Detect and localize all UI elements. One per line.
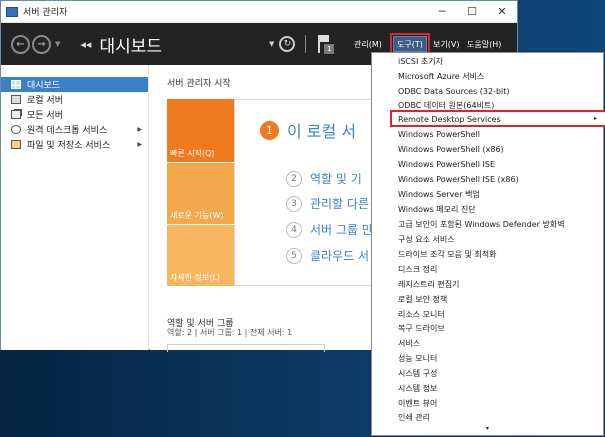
menu-item-event-viewer[interactable]: 이벤트 뷰어 — [398, 396, 437, 411]
sidebar-item-all-servers[interactable]: 모든 서버 — [1, 107, 148, 122]
menu-item-print-management[interactable]: 인쇄 관리 — [398, 410, 430, 425]
menu-item-iscsi[interactable]: iSCSI 초기자 — [398, 54, 443, 69]
step-number: 3 — [286, 195, 302, 212]
step-label: 관리할 다른 — [310, 197, 370, 211]
sidebar-item-label: 파일 및 저장소 서비스 — [27, 141, 111, 151]
tile-quick-start[interactable]: 빠른 시작(Q) — [167, 99, 234, 162]
title-bar: 서버 관리자 ─ ☐ ✕ — [1, 1, 517, 23]
step-number: 2 — [286, 170, 302, 187]
menu-item-azure-services[interactable]: Microsoft Azure 서비스 — [398, 69, 484, 84]
section-title: 서버 관리자 시작 — [167, 79, 231, 89]
menu-item-resource-monitor[interactable]: 리소스 모니터 — [398, 307, 445, 322]
menu-item-performance-monitor[interactable]: 성능 모니터 — [398, 351, 437, 366]
menu-item-services[interactable]: 서비스 — [398, 336, 420, 351]
step-label: 클라우드 서 — [310, 249, 370, 263]
step-4[interactable]: 4 서버 그룹 만 — [286, 221, 373, 238]
menu-item-memory-diagnostic[interactable]: Windows 메모리 진단 — [398, 202, 476, 217]
close-button[interactable]: ✕ — [487, 1, 517, 23]
menu-item-registry-editor[interactable]: 레지스트리 편집기 — [398, 277, 459, 292]
dashboard-icon — [11, 80, 21, 89]
back-arrow-icon[interactable]: ← — [11, 34, 30, 54]
notification-count-badge: 1 — [324, 44, 335, 54]
tile-learn-more[interactable]: 자세한 정보(L) — [167, 224, 234, 286]
forward-arrow-icon[interactable]: → — [32, 34, 51, 54]
sidebar-item-label: 대시보드 — [27, 81, 61, 91]
storage-icon — [11, 140, 21, 149]
step-3[interactable]: 3 관리할 다른 — [286, 195, 369, 212]
server-manager-app-icon — [6, 6, 18, 17]
history-dropdown-icon[interactable]: ▼ — [55, 40, 60, 48]
breadcrumb-chevron-icon: ◂◂ — [80, 37, 92, 51]
step-number: 1 — [260, 120, 279, 140]
welcome-tiles: 빠른 시작(Q) 새로운 기능(W) 자세한 정보(L) — [167, 99, 234, 286]
maximize-button[interactable]: ☐ — [457, 1, 487, 23]
header-divider — [305, 35, 307, 53]
submenu-arrow-icon: ▸ — [594, 115, 598, 122]
menu-item-recovery-drive[interactable]: 복구 드라이브 — [398, 321, 445, 336]
step-label: 서버 그룹 만 — [310, 223, 373, 237]
expand-arrow-icon[interactable]: ▶ — [137, 141, 142, 148]
menu-item-defragment[interactable]: 드라이브 조각 모음 및 최적화 — [398, 247, 497, 262]
remote-desktop-icon — [11, 125, 21, 134]
sidebar-item-label: 모든 서버 — [27, 111, 63, 121]
minimize-button[interactable]: ─ — [427, 1, 457, 23]
scroll-down-arrow-icon[interactable]: ▾ — [486, 425, 489, 432]
sidebar-item-label: 원격 데스크톱 서비스 — [27, 126, 108, 136]
step-label: 이 로컬 서 — [287, 122, 357, 141]
menu-tools[interactable]: 도구(T) — [390, 33, 430, 55]
menu-item-odbc-64[interactable]: ODBC 데이터 원본(64비트) — [398, 98, 494, 113]
menu-item-defender-firewall[interactable]: 고급 보안이 포함된 Windows Defender 방화벽 — [398, 217, 565, 232]
menu-item-powershell-x86[interactable]: Windows PowerShell (x86) — [398, 142, 504, 157]
menu-item-powershell-ise[interactable]: Windows PowerShell ISE — [398, 157, 495, 172]
step-number: 4 — [286, 221, 302, 238]
sidebar-item-remote-desktop[interactable]: 원격 데스크톱 서비스 ▶ — [1, 122, 148, 137]
servers-icon — [11, 110, 21, 119]
page-title: 대시보드 — [99, 36, 162, 57]
window-title: 서버 관리자 — [23, 8, 68, 18]
menu-item-odbc-32[interactable]: ODBC Data Sources (32-bit) — [398, 84, 510, 99]
step-2[interactable]: 2 역할 및 기 — [286, 170, 362, 187]
sidebar-item-dashboard[interactable]: 대시보드 — [1, 77, 148, 92]
menu-item-system-information[interactable]: 시스템 정보 — [398, 381, 437, 396]
notifications-flag-icon[interactable]: 1 — [316, 34, 335, 54]
menu-item-server-backup[interactable]: Windows Server 백업 — [398, 187, 480, 202]
sidebar-item-label: 로컬 서버 — [27, 96, 63, 106]
menu-item-local-security-policy[interactable]: 로컬 보안 정책 — [398, 292, 447, 307]
server-icon — [11, 95, 21, 104]
role-tile[interactable] — [167, 344, 325, 352]
menu-item-system-configuration[interactable]: 시스템 구성 — [398, 366, 437, 381]
breadcrumb: ◂◂ 대시보드 — [80, 32, 162, 57]
refresh-dropdown-icon[interactable]: ▼ — [269, 40, 274, 48]
expand-arrow-icon[interactable]: ▶ — [137, 126, 142, 133]
refresh-icon[interactable]: ↻ — [279, 36, 296, 52]
step-1[interactable]: 1 이 로컬 서 — [260, 118, 356, 142]
tile-whats-new[interactable]: 새로운 기능(W) — [167, 162, 234, 224]
menu-item-powershell-ise-x86[interactable]: Windows PowerShell ISE (x86) — [398, 172, 519, 187]
step-label: 역할 및 기 — [310, 172, 362, 186]
step-5[interactable]: 5 클라우드 서 — [286, 247, 369, 264]
sidebar-item-file-storage[interactable]: 파일 및 저장소 서비스 ▶ — [1, 137, 148, 152]
sidebar: 대시보드 로컬 서버 모든 서버 원격 데스크톱 서비스 ▶ 파일 및 저장소 … — [1, 65, 149, 350]
step-number: 5 — [286, 247, 302, 264]
menu-item-powershell[interactable]: Windows PowerShell — [398, 127, 480, 142]
menu-item-component-services[interactable]: 구성 요소 서비스 — [398, 232, 455, 247]
roles-summary: 역할: 2 | 서버 그룹: 1 | 전체 서버: 1 — [167, 328, 293, 337]
menu-item-disk-cleanup[interactable]: 디스크 정리 — [398, 262, 437, 277]
tools-dropdown-menu: iSCSI 초기자 Microsoft Azure 서비스 ODBC Data … — [371, 52, 605, 436]
menu-item-remote-desktop-services[interactable]: Remote Desktop Services — [398, 112, 501, 127]
sidebar-item-local-server[interactable]: 로컬 서버 — [1, 92, 148, 107]
